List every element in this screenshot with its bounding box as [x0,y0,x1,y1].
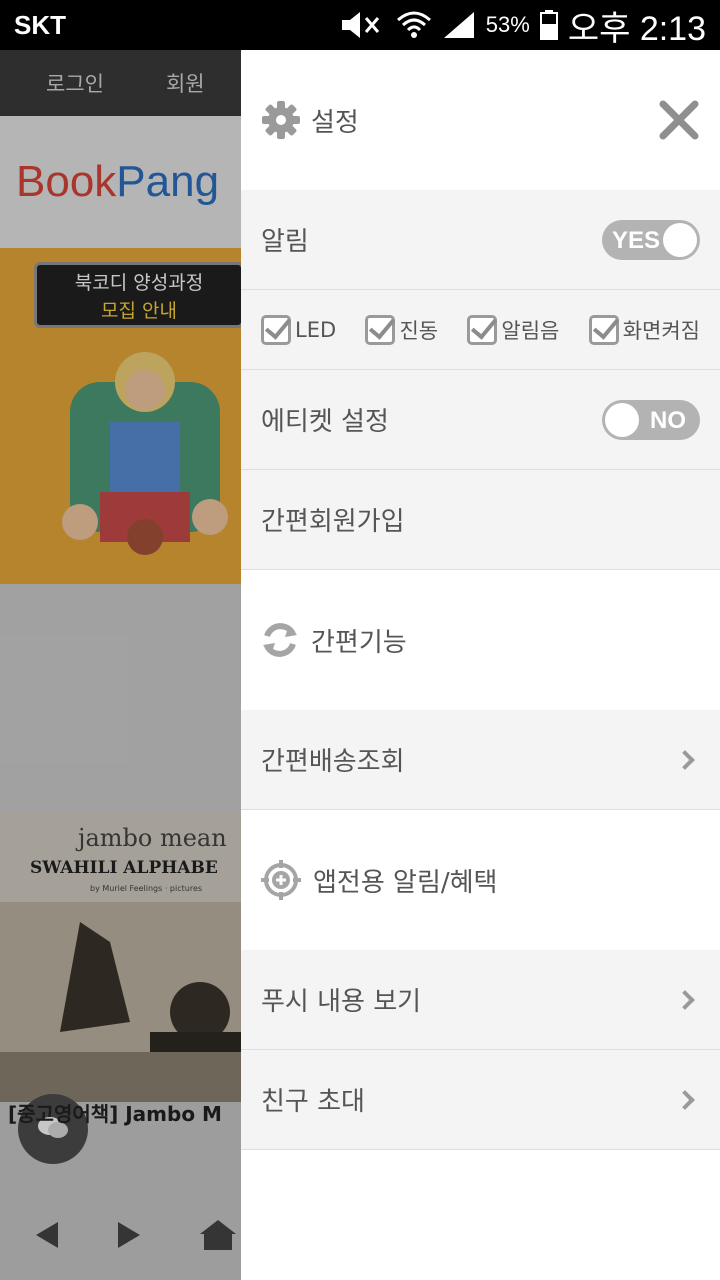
chevron-right-icon [675,749,695,770]
refresh-icon [263,623,297,657]
sound-checkbox[interactable]: 알림음 [467,314,560,345]
app-alerts-label: 앱전용 알림/혜택 [313,867,498,898]
clock: 오후 2:13 [567,9,706,48]
push-view-row[interactable]: 푸시 내용 보기 [241,950,720,1050]
etiquette-label: 에티켓 설정 [261,407,389,437]
toggle-knob [605,402,639,437]
notification-label: 알림 [261,227,309,257]
screen-on-checkbox[interactable]: 화면켜짐 [588,314,700,345]
close-icon [659,100,699,140]
screen-on-label: 화면켜짐 [622,318,700,343]
simple-features-label: 간편기능 [311,627,407,658]
carrier-label: SKT [14,9,66,40]
drawer-title: 설정 [261,100,359,140]
notification-toggle-label: YES [612,226,661,254]
sound-label: 알림음 [501,318,560,343]
app-alerts-header: 앱전용 알림/혜택 [241,810,720,950]
wifi-icon [396,11,431,38]
notification-toggle[interactable]: YES [602,219,700,260]
checkbox-icon [365,314,396,345]
checkbox-icon [588,314,619,345]
gear-icon [262,101,300,139]
simple-signup-row[interactable]: 간편회원가입 [241,470,720,570]
toggle-knob [663,222,697,257]
status-icons: 53% 오후 2:13 [338,1,706,50]
battery-icon [539,10,558,40]
settings-drawer: 설정 알림 YES LED 진동 알림음 화면켜짐 에티켓 설정 NO 간편회원… [241,50,720,1280]
checkbox-icon [261,314,291,345]
simple-signup-label: 간편회원가입 [261,507,405,537]
invite-label: 친구 초대 [261,1087,365,1117]
drawer-title-text: 설정 [311,107,359,138]
battery-percent: 53% [485,12,530,37]
push-view-label: 푸시 내용 보기 [261,987,422,1017]
signal-icon [443,12,474,38]
etiquette-row: 에티켓 설정 NO [241,370,720,470]
simple-features-header: 간편기능 [241,570,720,710]
led-checkbox[interactable]: LED [261,314,337,345]
close-button[interactable] [658,99,700,141]
invite-row[interactable]: 친구 초대 [241,1050,720,1150]
checkbox-icon [467,314,498,345]
chevron-right-icon [675,989,695,1010]
delivery-label: 간편배송조회 [261,747,405,777]
etiquette-toggle-label: NO [650,406,686,434]
mute-vibrate-icon [341,12,379,38]
target-plus-icon [261,860,301,900]
notification-row: 알림 YES [241,190,720,290]
delivery-row[interactable]: 간편배송조회 [241,710,720,810]
etiquette-toggle[interactable]: NO [602,399,700,440]
notification-options: LED 진동 알림음 화면켜짐 [241,290,720,370]
led-label: LED [295,317,337,342]
chevron-right-icon [675,1089,695,1110]
scrim-overlay[interactable] [0,50,241,1280]
status-bar: SKT 53% 오후 2:13 [0,0,720,50]
vibrate-label: 진동 [399,318,439,343]
drawer-header: 설정 [241,50,720,190]
vibrate-checkbox[interactable]: 진동 [365,314,439,345]
